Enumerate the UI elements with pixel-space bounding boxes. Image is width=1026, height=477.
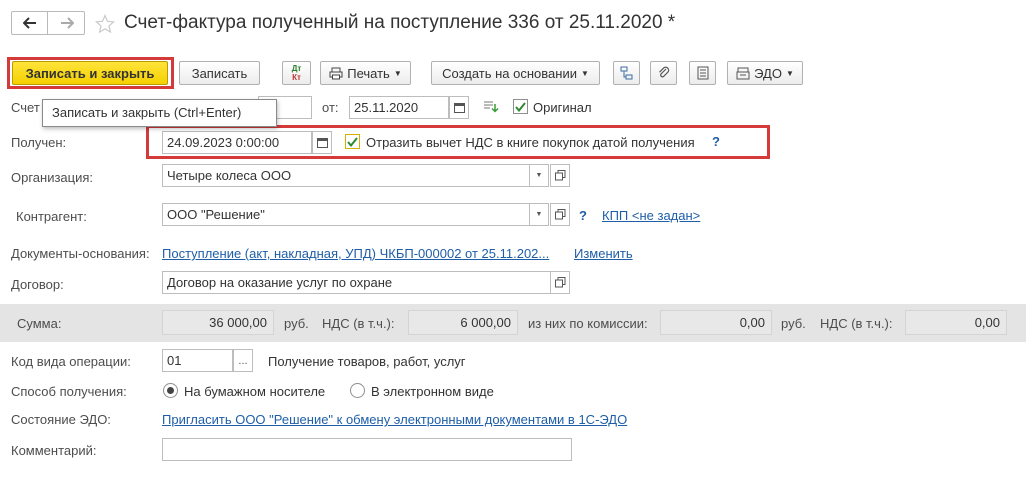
arrow-left-icon — [22, 17, 36, 29]
contractor-open[interactable] — [550, 203, 570, 226]
vat-amount: 6 000,00 — [408, 310, 518, 335]
calendar-icon — [316, 138, 328, 148]
chevron-down-icon: ▼ — [535, 172, 543, 179]
invoice-date-field[interactable]: 25.11.2020 — [349, 96, 449, 119]
report-button[interactable] — [689, 61, 716, 85]
organization-label: Организация: — [11, 170, 94, 185]
operation-code-label: Код вида операции: — [11, 354, 131, 369]
sum-currency: руб. — [284, 316, 309, 331]
edo-label: ЭДО — [754, 65, 782, 81]
edo-invite-link[interactable]: Пригласить ООО "Решение" к обмену электр… — [162, 412, 627, 427]
structure-button[interactable] — [613, 61, 640, 85]
dt-kt-button[interactable]: Дт Кт — [282, 61, 311, 85]
save-close-tooltip: Записать и закрыть (Ctrl+Enter) — [42, 99, 277, 127]
sum-label: Сумма: — [17, 316, 62, 331]
print-button[interactable]: Печать ▼ — [320, 61, 411, 85]
kt-label: Кт — [292, 73, 301, 82]
contractor-label: Контрагент: — [16, 209, 87, 224]
original-label: Оригинал — [533, 100, 592, 115]
sum-amount: 36 000,00 — [162, 310, 274, 335]
operation-code-field[interactable]: 01 — [162, 349, 233, 372]
contract-label: Договор: — [11, 277, 64, 292]
attach-button[interactable] — [650, 61, 677, 85]
organization-dropdown[interactable]: ▼ — [529, 164, 549, 187]
kpp-link[interactable]: КПП <не задан> — [602, 208, 700, 223]
received-label: Получен: — [11, 135, 67, 150]
calendar-button[interactable] — [449, 96, 469, 119]
structure-icon — [620, 66, 632, 80]
checkmark-icon — [515, 101, 526, 112]
calendar-button[interactable] — [312, 131, 332, 154]
arrow-right-icon — [60, 17, 74, 29]
save-and-close-button[interactable]: Записать и закрыть — [12, 61, 168, 85]
original-checkbox[interactable] — [513, 99, 528, 114]
favorite-star-icon[interactable] — [95, 14, 115, 34]
vat-deduction-checkbox[interactable] — [345, 134, 360, 149]
method-electronic-label: В электронном виде — [371, 384, 494, 399]
method-paper-label: На бумажном носителе — [184, 384, 326, 399]
print-label: Печать — [347, 65, 390, 81]
operation-code-select[interactable]: ... — [233, 349, 253, 372]
comment-label: Комментарий: — [11, 443, 97, 458]
chevron-down-icon: ▼ — [393, 68, 402, 78]
contractor-help[interactable]: ? — [579, 208, 587, 223]
edo-state-label: Состояние ЭДО: — [11, 412, 111, 427]
receipt-method-label: Способ получения: — [11, 384, 127, 399]
calendar-icon — [453, 103, 465, 113]
radio-selected-dot — [167, 387, 174, 394]
open-window-icon — [554, 170, 565, 181]
chevron-down-icon: ▼ — [580, 68, 589, 78]
open-window-icon — [554, 209, 565, 220]
change-link[interactable]: Изменить — [574, 246, 633, 261]
operation-code-description: Получение товаров, работ, услуг — [268, 354, 466, 369]
contractor-dropdown[interactable]: ▼ — [529, 203, 549, 226]
commission-currency: руб. — [781, 316, 806, 331]
create-based-label: Создать на основании — [442, 65, 577, 81]
forward-button[interactable] — [49, 12, 84, 34]
document-list-icon — [697, 66, 708, 80]
organization-field[interactable]: Четыре колеса ООО — [162, 164, 530, 187]
comment-field[interactable] — [162, 438, 572, 461]
invoice-label: Счет — [11, 100, 40, 115]
save-button[interactable]: Записать — [179, 61, 260, 85]
checkmark-icon — [347, 136, 358, 147]
page-title: Счет-фактура полученный на поступление 3… — [124, 12, 676, 33]
method-paper-radio[interactable] — [163, 383, 178, 398]
vat-label: НДС (в т.ч.): — [322, 316, 395, 331]
organization-open[interactable] — [550, 164, 570, 187]
edo-icon — [736, 67, 750, 79]
from-label: от: — [322, 100, 339, 115]
contractor-field[interactable]: ООО "Решение" — [162, 203, 530, 226]
contract-field[interactable]: Договор на оказание услуг по охране — [162, 271, 551, 294]
edo-button[interactable]: ЭДО ▼ — [727, 61, 803, 85]
commission-label: из них по комиссии: — [528, 316, 648, 331]
dt-label: Дт — [291, 64, 302, 73]
contract-open[interactable] — [550, 271, 570, 294]
commission-amount: 0,00 — [660, 310, 772, 335]
back-button[interactable] — [12, 12, 48, 34]
printer-icon — [329, 67, 343, 79]
received-date-field[interactable]: 24.09.2023 0:00:00 — [162, 131, 312, 154]
method-electronic-radio[interactable] — [350, 383, 365, 398]
vat-deduction-label: Отразить вычет НДС в книге покупок датой… — [366, 135, 695, 150]
commission-vat-amount: 0,00 — [905, 310, 1007, 335]
nav-buttons — [11, 11, 85, 35]
chevron-down-icon: ▼ — [535, 211, 543, 218]
vat-deduction-help[interactable]: ? — [712, 134, 720, 149]
basis-documents-label: Документы-основания: — [11, 246, 150, 261]
basis-document-link[interactable]: Поступление (акт, накладная, УПД) ЧКБП-0… — [162, 246, 549, 261]
paperclip-icon — [658, 66, 669, 78]
download-list-icon[interactable] — [483, 100, 499, 114]
chevron-down-icon: ▼ — [785, 68, 794, 78]
create-based-button[interactable]: Создать на основании ▼ — [431, 61, 600, 85]
commission-vat-label: НДС (в т.ч.): — [820, 316, 893, 331]
open-window-icon — [554, 277, 565, 288]
